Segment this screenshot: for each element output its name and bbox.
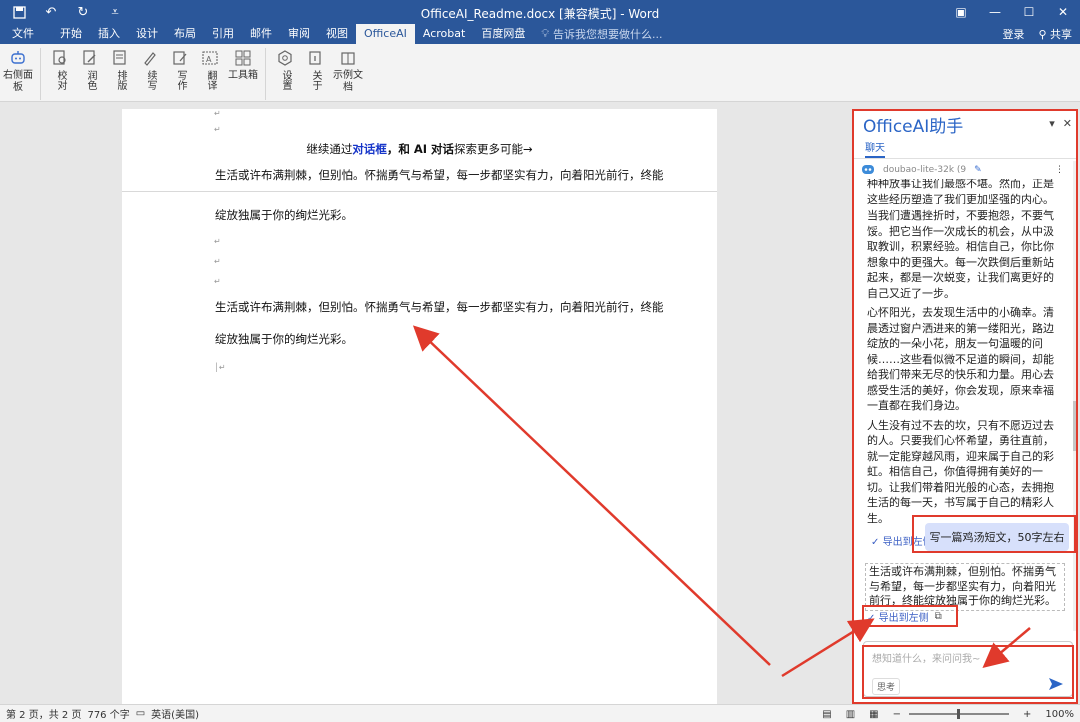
paragraph-mark: ↵ <box>214 109 221 118</box>
translate-icon: A <box>200 48 220 68</box>
highlight-user-message <box>912 515 1076 553</box>
tell-me-search[interactable]: 💡︎ 告诉我您想要做什么... <box>541 26 662 42</box>
write-icon <box>170 48 190 68</box>
paragraph-mark: ↵ <box>214 277 221 286</box>
polish-icon <box>80 48 100 68</box>
hint-text-post: 探索更多可能→ <box>454 142 533 156</box>
about-icon <box>305 48 325 68</box>
status-bar: 第 2 页，共 2 页 776 个字 ▭ 英语(美国) ▤ ▥ ▦ − + 10… <box>0 704 1080 722</box>
officeai-ribbon: 右侧面板 校对 润色 排版 续写 写作 A 翻译 工具箱 设置 关于 示例文档 <box>0 44 1080 102</box>
page-break <box>122 191 717 203</box>
document-page[interactable]: ↵ ↵ 继续通过对话框，和 AI 对话探索更多可能→ 生活或许布满荆棘，但别怕。… <box>122 109 717 704</box>
zoom-in-icon[interactable]: + <box>1023 709 1031 720</box>
ribbon-tabs: 文件 开始 插入 设计 布局 引用 邮件 审阅 视图 OfficeAI Acro… <box>0 24 1080 44</box>
share-button[interactable]: ⚲ 共享 <box>1038 26 1072 42</box>
share-label: 共享 <box>1050 28 1072 41</box>
continue-writing-icon <box>140 48 160 68</box>
customize-toolbar-icon[interactable]: ⩡ <box>106 3 124 21</box>
paragraph-mark: ↵ <box>214 257 221 266</box>
continue-writing-label: 续写 <box>145 70 156 90</box>
continue-writing-button[interactable]: 续写 <box>135 48 165 96</box>
toolbox-icon <box>233 48 253 68</box>
paragraph-2-line-1: 生活或许布满荆棘，但别怕。怀揣勇气与希望，每一步都坚实有力，向着阳光前行，终能 <box>215 300 664 314</box>
minimize-button[interactable]: — <box>978 0 1012 24</box>
tab-baidu-netdisk[interactable]: 百度网盘 <box>473 24 533 44</box>
proofread-button[interactable]: 校对 <box>45 48 75 96</box>
tell-me-label: 告诉我您想要做什么... <box>553 28 663 41</box>
about-button[interactable]: 关于 <box>300 48 330 96</box>
translate-label: 翻译 <box>205 70 216 90</box>
tab-home[interactable]: 开始 <box>52 24 90 44</box>
login-link[interactable]: 登录 <box>1002 26 1024 42</box>
layout-icon <box>110 48 130 68</box>
polish-label: 润色 <box>85 70 96 90</box>
right-panel-button[interactable]: 右侧面板 <box>0 48 36 94</box>
zoom-out-icon[interactable]: − <box>893 709 901 720</box>
hint-text-bold: ，和 AI 对话 <box>386 142 455 156</box>
gear-icon <box>275 48 295 68</box>
layout-button[interactable]: 排版 <box>105 48 135 96</box>
page-count[interactable]: 第 2 页，共 2 页 <box>6 706 81 721</box>
right-panel-label: 右侧面板 <box>3 70 33 93</box>
proofing-icon[interactable]: ▭ <box>136 708 145 719</box>
tab-view[interactable]: 视图 <box>318 24 356 44</box>
word-count[interactable]: 776 个字 <box>87 706 129 721</box>
redo-icon[interactable]: ↻ <box>74 3 92 21</box>
tab-insert[interactable]: 插入 <box>90 24 128 44</box>
settings-button[interactable]: 设置 <box>270 48 300 96</box>
settings-label: 设置 <box>280 70 291 90</box>
lightbulb-icon: 💡︎ <box>541 27 550 40</box>
toolbox-label: 工具箱 <box>228 70 258 81</box>
paragraph-mark: ↵ <box>214 237 221 246</box>
undo-icon[interactable]: ↶ <box>42 3 60 21</box>
tab-mailings[interactable]: 邮件 <box>242 24 280 44</box>
document-icon <box>338 48 358 68</box>
tab-officeai[interactable]: OfficeAI <box>356 24 415 44</box>
write-button[interactable]: 写作 <box>165 48 195 96</box>
read-mode-icon[interactable]: ▤ <box>822 709 831 720</box>
ribbon-separator <box>265 48 266 100</box>
save-icon[interactable] <box>10 3 28 21</box>
tab-design[interactable]: 设计 <box>128 24 166 44</box>
tab-file[interactable]: 文件 <box>0 24 52 44</box>
language[interactable]: 英语(美国) <box>151 706 199 721</box>
paragraph-2-line-2: 绽放独属于你的绚烂光彩。 <box>215 332 353 346</box>
tab-layout[interactable]: 布局 <box>166 24 204 44</box>
dialog-link[interactable]: 对话框 <box>352 142 387 156</box>
about-label: 关于 <box>310 70 321 90</box>
person-icon: ⚲ <box>1038 28 1047 41</box>
zoom-slider[interactable] <box>909 709 1010 719</box>
ribbon-separator <box>40 48 41 100</box>
paragraph-1-line-1: 生活或许布满荆棘，但别怕。怀揣勇气与希望，每一步都坚实有力，向着阳光前行，终能 <box>215 168 664 182</box>
sample-document-button[interactable]: 示例文档 <box>330 48 366 94</box>
layout-label: 排版 <box>115 70 126 90</box>
proofread-label: 校对 <box>55 70 66 90</box>
print-layout-icon[interactable]: ▥ <box>846 709 855 720</box>
text-cursor: │↵ <box>214 363 226 372</box>
translate-button[interactable]: A 翻译 <box>195 48 225 96</box>
tab-acrobat[interactable]: Acrobat <box>415 24 473 44</box>
web-layout-icon[interactable]: ▦ <box>869 709 878 720</box>
toolbox-button[interactable]: 工具箱 <box>225 48 261 82</box>
write-label: 写作 <box>175 70 186 90</box>
tab-review[interactable]: 审阅 <box>280 24 318 44</box>
hint-text-pre: 继续通过 <box>306 142 353 156</box>
polish-button[interactable]: 润色 <box>75 48 105 96</box>
maximize-button[interactable]: ☐ <box>1012 0 1046 24</box>
sample-document-label: 示例文档 <box>333 70 363 93</box>
hint-line: 继续通过对话框，和 AI 对话探索更多可能→ <box>122 141 717 157</box>
paragraph-1-line-2: 绽放独属于你的绚烂光彩。 <box>215 208 353 222</box>
paragraph-mark: ↵ <box>214 125 221 134</box>
tab-references[interactable]: 引用 <box>204 24 242 44</box>
ribbon-display-icon[interactable]: ▣ <box>944 0 978 24</box>
zoom-level[interactable]: 100% <box>1045 709 1074 720</box>
close-button[interactable]: ✕ <box>1046 0 1080 24</box>
robot-icon <box>8 48 28 68</box>
highlight-input <box>862 645 1074 699</box>
document-area: ↵ ↵ 继续通过对话框，和 AI 对话探索更多可能→ 生活或许布满荆棘，但别怕。… <box>0 103 852 704</box>
highlight-export-button <box>862 605 958 627</box>
proofread-icon <box>50 48 70 68</box>
svg-text:A: A <box>206 55 212 64</box>
title-bar: ↶ ↻ ⩡ OfficeAI_Readme.docx [兼容模式] - Word… <box>0 0 1080 24</box>
